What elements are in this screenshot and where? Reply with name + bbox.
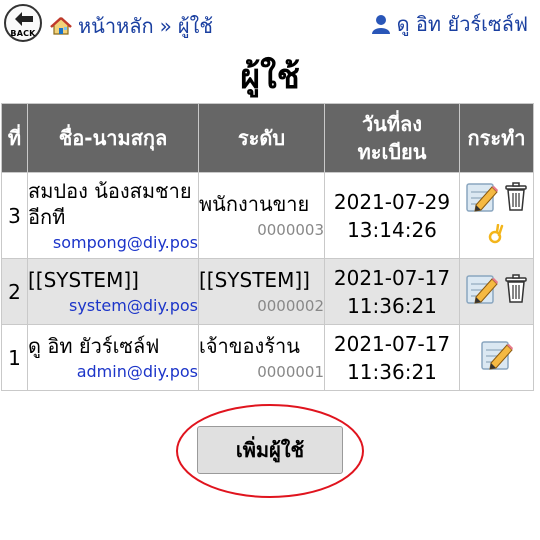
row-number: 3 bbox=[1, 172, 28, 259]
table-row: 3 สมปอง น้องสมชายอีกที sompong@diy.pos พ… bbox=[1, 172, 534, 259]
user-code: 0000003 bbox=[257, 220, 324, 239]
actions-cell bbox=[459, 258, 534, 325]
user-code: 0000001 bbox=[257, 362, 324, 381]
breadcrumb-separator: » bbox=[159, 14, 172, 38]
user-email: sompong@diy.pos bbox=[52, 232, 198, 252]
current-user-name: ดู อิท ยัวร์เซล์ฟ bbox=[396, 12, 528, 36]
user-level: [[SYSTEM]] bbox=[199, 267, 310, 292]
user-name-cell: ดู อิท ยัวร์เซล์ฟ admin@diy.pos bbox=[27, 324, 199, 391]
register-date-cell: 2021-07-17 11:36:21 bbox=[324, 324, 460, 391]
user-level: เจ้าของร้าน bbox=[199, 333, 300, 358]
table-row: 2 [[SYSTEM]] system@diy.pos [[SYSTEM]] 0… bbox=[1, 258, 534, 325]
user-level-cell: พนักงานขาย 0000003 bbox=[198, 172, 325, 259]
edit-icon[interactable] bbox=[466, 181, 499, 218]
user-name: [[SYSTEM]] bbox=[28, 267, 139, 292]
register-date: 2021-07-29 bbox=[333, 189, 451, 214]
register-date-cell: 2021-07-17 11:36:21 bbox=[324, 258, 460, 325]
row-number: 1 bbox=[1, 324, 28, 391]
edit-icon[interactable] bbox=[480, 339, 513, 376]
current-user[interactable]: ดู อิท ยัวร์เซล์ฟ bbox=[371, 8, 528, 36]
register-time: 13:14:26 bbox=[347, 217, 437, 242]
edit-icon[interactable] bbox=[466, 273, 499, 310]
trash-icon[interactable] bbox=[504, 181, 527, 217]
user-name-cell: สมปอง น้องสมชายอีกที sompong@diy.pos bbox=[27, 172, 199, 259]
column-header-name: ชื่อ-นามสกุล bbox=[27, 103, 199, 173]
register-date-cell: 2021-07-29 13:14:26 bbox=[324, 172, 460, 259]
user-level-cell: [[SYSTEM]] 0000002 bbox=[198, 258, 325, 325]
register-date: 2021-07-17 bbox=[333, 331, 451, 356]
column-header-level: ระดับ bbox=[198, 103, 325, 173]
actions-cell bbox=[459, 324, 534, 391]
page-title: ผู้ใช้ bbox=[240, 57, 300, 97]
user-code: 0000002 bbox=[257, 296, 324, 315]
register-time: 11:36:21 bbox=[347, 293, 437, 318]
user-email: system@diy.pos bbox=[69, 295, 198, 315]
user-name: สมปอง น้องสมชายอีกที bbox=[28, 178, 192, 229]
home-icon bbox=[50, 17, 72, 35]
top-bar: BACK หน้าหลัก» ผู้ใช้ ดู อิท ยัวร์เซล์ฟ bbox=[0, 0, 540, 48]
back-label: BACK bbox=[10, 29, 36, 38]
breadcrumb: หน้าหลัก» ผู้ใช้ bbox=[50, 10, 213, 38]
column-header-register-date: วันที่ลง ทะเบียน bbox=[324, 103, 460, 173]
user-icon bbox=[371, 15, 390, 34]
user-name-cell: [[SYSTEM]] system@diy.pos bbox=[27, 258, 199, 325]
breadcrumb-current-link[interactable]: ผู้ใช้ bbox=[178, 14, 213, 38]
back-button[interactable]: BACK bbox=[4, 4, 42, 42]
column-header-no: ที่ bbox=[1, 103, 28, 173]
arrow-left-icon bbox=[15, 12, 33, 26]
user-email: admin@diy.pos bbox=[76, 361, 198, 381]
user-level: พนักงานขาย bbox=[199, 191, 310, 216]
table-row: 1 ดู อิท ยัวร์เซล์ฟ admin@diy.pos เจ้าขอ… bbox=[1, 324, 534, 391]
users-table: ที่ ชื่อ-นามสกุล ระดับ วันที่ลง ทะเบียน … bbox=[1, 103, 534, 391]
table-header-row: ที่ ชื่อ-นามสกุล ระดับ วันที่ลง ทะเบียน … bbox=[1, 103, 534, 173]
breadcrumb-home-link[interactable]: หน้าหลัก bbox=[78, 14, 154, 38]
row-number: 2 bbox=[1, 258, 28, 325]
ok-hand-icon[interactable] bbox=[488, 223, 506, 251]
user-level-cell: เจ้าของร้าน 0000001 bbox=[198, 324, 325, 391]
trash-icon[interactable] bbox=[504, 274, 527, 309]
register-time: 11:36:21 bbox=[347, 359, 437, 384]
actions-cell bbox=[459, 172, 534, 259]
column-header-actions: กระทำ bbox=[459, 103, 534, 173]
register-date: 2021-07-17 bbox=[333, 265, 451, 290]
add-user-button[interactable]: เพิ่มผู้ใช้ bbox=[197, 426, 343, 474]
user-name: ดู อิท ยัวร์เซล์ฟ bbox=[28, 333, 160, 358]
